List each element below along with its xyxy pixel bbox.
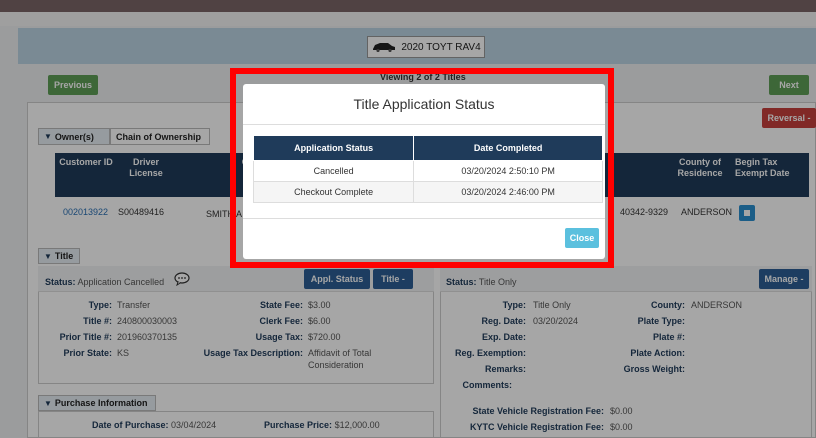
modal-title: Title Application Status <box>353 96 495 112</box>
application-status-table: Application Status Date Completed Cancel… <box>252 135 603 203</box>
status-cell: Checkout Complete <box>252 181 415 203</box>
title-application-status-modal: Title Application Status Application Sta… <box>243 84 605 259</box>
close-button[interactable]: Close <box>565 228 599 248</box>
modal-divider-bottom <box>243 218 605 219</box>
col-application-status: Application Status <box>252 135 415 161</box>
date-cell: 03/20/2024 2:46:00 PM <box>413 181 603 203</box>
status-cell: Cancelled <box>252 160 415 182</box>
col-date-completed: Date Completed <box>413 135 603 161</box>
table-row: Cancelled 03/20/2024 2:50:10 PM <box>252 160 603 182</box>
date-cell: 03/20/2024 2:50:10 PM <box>413 160 603 182</box>
table-row: Checkout Complete 03/20/2024 2:46:00 PM <box>252 181 603 203</box>
modal-divider-top <box>243 124 605 125</box>
